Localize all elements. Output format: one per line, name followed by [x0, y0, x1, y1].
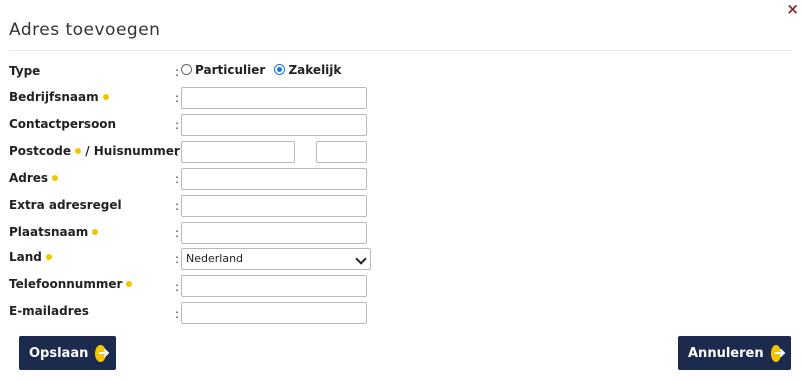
adres-input[interactable]: [181, 168, 367, 190]
emailadres-input[interactable]: [181, 302, 367, 324]
land-colon: :: [175, 252, 180, 266]
emailadres-label: E-mailadres: [9, 304, 89, 318]
contactpersoon-colon: :: [175, 118, 180, 132]
cancel-button-label: Annuleren: [688, 345, 764, 361]
chevron-down-icon: [355, 253, 367, 265]
arrow-right-circle-icon: [770, 344, 784, 362]
row-emailadres: E-mailadres :: [9, 302, 389, 326]
bedrijfsnaam-colon: :: [175, 91, 180, 105]
save-button-label: Opslaan: [29, 345, 89, 361]
postcode-colon: :: [175, 145, 180, 159]
close-icon[interactable]: ×: [786, 0, 799, 18]
arrow-right-circle-icon: [95, 344, 107, 362]
required-dot-icon: [45, 254, 52, 260]
telefoonnummer-label: Telefoonnummer: [9, 276, 133, 292]
bedrijfsnaam-input[interactable]: [181, 87, 367, 109]
radio-particulier[interactable]: [181, 64, 192, 75]
land-label: Land: [9, 249, 52, 265]
contactpersoon-input[interactable]: [181, 114, 367, 136]
required-dot-icon: [75, 148, 82, 154]
type-label: Type: [9, 64, 41, 78]
cancel-button[interactable]: Annuleren: [678, 336, 791, 370]
row-contactpersoon: Contactpersoon :: [9, 114, 389, 138]
save-button[interactable]: Opslaan: [19, 336, 116, 370]
row-land: Land : Nederland: [9, 248, 389, 272]
telefoonnummer-colon: :: [175, 280, 180, 294]
plaatsnaam-label: Plaatsnaam: [9, 224, 99, 240]
required-dot-icon: [52, 175, 59, 181]
title-divider: [9, 50, 792, 51]
radio-zakelijk-label[interactable]: Zakelijk: [288, 63, 341, 77]
required-dot-icon: [126, 281, 133, 287]
dialog-title: Adres toevoegen: [9, 20, 161, 40]
required-dot-icon: [102, 94, 109, 100]
radio-zakelijk[interactable]: [274, 64, 286, 75]
required-dot-icon: [92, 229, 99, 235]
contactpersoon-label: Contactpersoon: [9, 117, 117, 131]
land-select[interactable]: Nederland: [181, 248, 371, 270]
extra-adresregel-colon: :: [175, 199, 180, 213]
extra-adresregel-label: Extra adresregel: [9, 198, 122, 212]
extra-adresregel-input[interactable]: [181, 195, 367, 217]
row-type: Type : Particulier Zakelijk: [9, 63, 389, 87]
type-colon: :: [175, 65, 180, 79]
plaatsnaam-input[interactable]: [181, 222, 367, 244]
bedrijfsnaam-label: Bedrijfsnaam: [9, 89, 109, 105]
adres-colon: :: [175, 172, 180, 186]
plaatsnaam-colon: :: [175, 226, 180, 240]
adres-label: Adres: [9, 170, 59, 186]
radio-particulier-label[interactable]: Particulier: [195, 63, 265, 77]
row-telefoonnummer: Telefoonnummer :: [9, 275, 389, 299]
row-bedrijfsnaam: Bedrijfsnaam :: [9, 87, 389, 111]
land-select-value: Nederland: [186, 252, 244, 265]
huisnummer-input[interactable]: [316, 141, 367, 163]
telefoonnummer-input[interactable]: [181, 275, 367, 297]
row-extra-adresregel: Extra adresregel :: [9, 195, 389, 219]
emailadres-colon: :: [175, 307, 180, 321]
postcode-input[interactable]: [181, 141, 295, 163]
row-plaatsnaam: Plaatsnaam :: [9, 222, 389, 246]
row-adres: Adres :: [9, 168, 389, 192]
postcode-label: Postcode / Huisnummer: [9, 143, 190, 159]
type-radio-group: Particulier Zakelijk: [181, 63, 341, 77]
row-postcode: Postcode / Huisnummer :: [9, 141, 389, 165]
